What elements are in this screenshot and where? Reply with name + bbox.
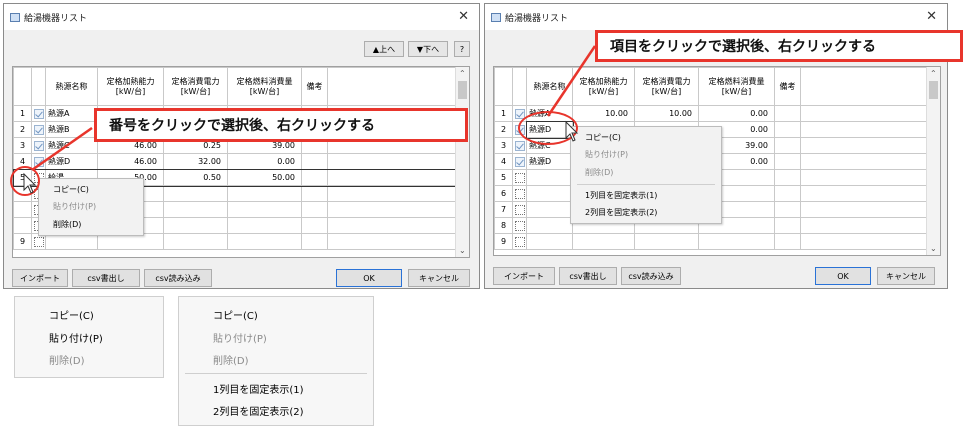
menu-copy[interactable]: コピー(C) <box>49 307 94 322</box>
enlarged-row-context-menu: コピー(C) 貼り付け(P) 削除(D) <box>14 296 164 378</box>
right-leader-line <box>546 45 597 117</box>
menu-fix-col2[interactable]: 2列目を固定表示(2) <box>213 403 304 418</box>
menu-paste[interactable]: 貼り付け(P) <box>213 330 267 345</box>
menu-separator <box>185 373 367 374</box>
menu-delete[interactable]: 削除(D) <box>49 352 85 367</box>
mouse-cursor-icon <box>23 172 37 194</box>
menu-fix-col1[interactable]: 1列目を固定表示(1) <box>213 381 304 396</box>
menu-delete[interactable]: 削除(D) <box>213 352 249 367</box>
mouse-cursor-icon <box>565 120 579 142</box>
enlarged-cell-context-menu: コピー(C) 貼り付け(P) 削除(D) 1列目を固定表示(1) 2列目を固定表… <box>178 296 374 426</box>
left-leader-line <box>31 126 93 172</box>
menu-copy[interactable]: コピー(C) <box>213 307 258 322</box>
menu-paste[interactable]: 貼り付け(P) <box>49 330 103 345</box>
